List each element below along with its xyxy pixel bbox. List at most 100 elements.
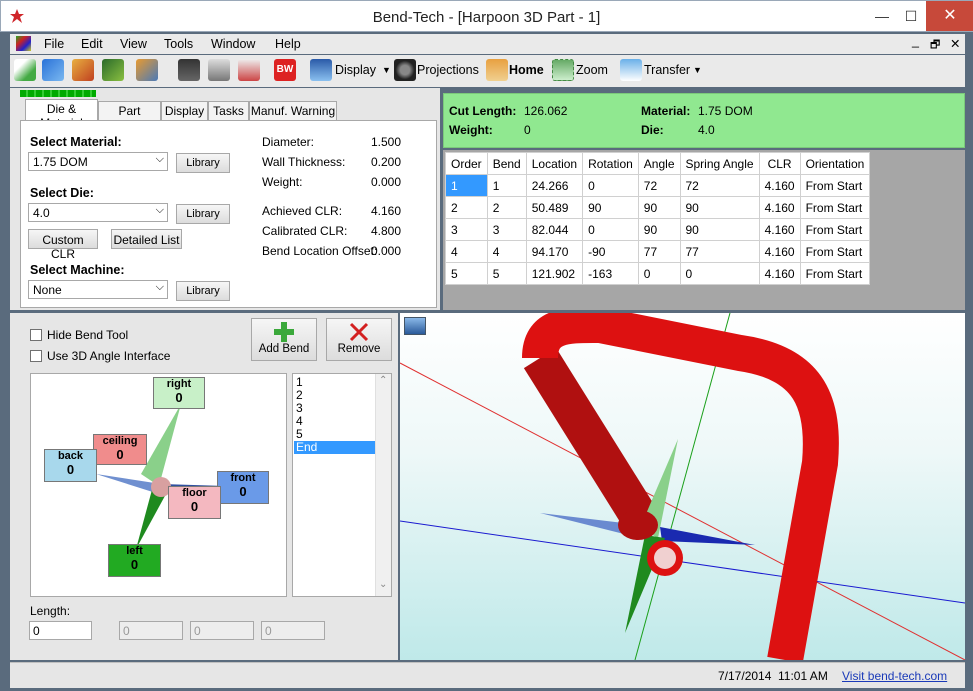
list-item[interactable]: 4 bbox=[296, 415, 376, 428]
transfer-button[interactable]: Transfer bbox=[644, 63, 690, 77]
table-cell[interactable]: From Start bbox=[799, 240, 871, 263]
table-cell[interactable]: 0 bbox=[679, 262, 760, 285]
table-cell[interactable]: 0 bbox=[637, 262, 681, 285]
table-cell[interactable]: 0 bbox=[582, 174, 639, 197]
machine-select[interactable]: None ⌵ bbox=[28, 280, 168, 299]
print-icon[interactable] bbox=[208, 59, 230, 81]
machine-library-button[interactable]: Library bbox=[176, 281, 230, 301]
transfer-icon[interactable] bbox=[620, 59, 642, 81]
table-cell[interactable]: 4 bbox=[486, 240, 527, 263]
direction-floor[interactable]: floor 0 bbox=[168, 486, 221, 519]
table-cell[interactable]: 82.044 bbox=[525, 218, 584, 241]
menu-window[interactable]: Window bbox=[211, 37, 255, 51]
table-cell[interactable]: 5 bbox=[486, 262, 527, 285]
website-link[interactable]: Visit bend-tech.com bbox=[842, 669, 947, 683]
close-button[interactable]: ✕ bbox=[926, 1, 973, 31]
menu-view[interactable]: View bbox=[120, 37, 147, 51]
die-select[interactable]: 4.0 ⌵ bbox=[28, 203, 168, 222]
home-icon[interactable] bbox=[486, 59, 508, 81]
hide-bend-tool-label[interactable]: Hide Bend Tool bbox=[47, 328, 128, 342]
display-dropdown-icon[interactable]: ▼ bbox=[382, 65, 391, 75]
direction-ceiling[interactable]: ceiling 0 bbox=[93, 434, 147, 465]
direction-back[interactable]: back 0 bbox=[44, 449, 97, 482]
scroll-down-icon[interactable]: ⌄ bbox=[379, 579, 387, 590]
list-item-selected[interactable]: End bbox=[294, 441, 375, 454]
table-cell[interactable]: 4.160 bbox=[758, 218, 801, 241]
table-row[interactable]: 1 1 24.266 0 72 72 4.160 From Start bbox=[445, 174, 871, 197]
column-orientation[interactable]: Orientation bbox=[799, 152, 871, 175]
zoom-icon[interactable] bbox=[552, 59, 574, 81]
direction-left[interactable]: left 0 bbox=[108, 544, 161, 577]
table-cell[interactable]: 121.902 bbox=[525, 262, 584, 285]
detailed-list-button[interactable]: Detailed List bbox=[111, 229, 182, 249]
camera-icon[interactable] bbox=[394, 59, 416, 81]
table-cell[interactable]: 50.489 bbox=[525, 196, 584, 219]
length-input[interactable]: 0 bbox=[29, 621, 92, 640]
remove-button[interactable]: Remove bbox=[326, 318, 392, 361]
direction-front[interactable]: front 0 bbox=[217, 471, 269, 504]
table-row[interactable]: 3 3 82.044 0 90 90 4.160 From Start bbox=[445, 218, 871, 241]
table-cell[interactable]: 2 bbox=[445, 196, 488, 219]
menu-file[interactable]: File bbox=[44, 37, 64, 51]
table-cell[interactable]: 24.266 bbox=[525, 174, 584, 197]
bend-direction-widget[interactable]: right 0 ceiling 0 back 0 front 0 floor 0… bbox=[30, 373, 287, 597]
display-icon[interactable] bbox=[310, 59, 332, 81]
3d-viewport[interactable] bbox=[400, 313, 965, 660]
table-cell[interactable]: -163 bbox=[582, 262, 639, 285]
table-cell[interactable]: 4.160 bbox=[758, 174, 801, 197]
table-cell[interactable]: From Start bbox=[799, 196, 871, 219]
material-select[interactable]: 1.75 DOM ⌵ bbox=[28, 152, 168, 171]
display-button[interactable]: Display bbox=[335, 63, 376, 77]
table-cell[interactable]: 3 bbox=[486, 218, 527, 241]
zoom-button[interactable]: Zoom bbox=[576, 63, 608, 77]
column-spring-angle[interactable]: Spring Angle bbox=[679, 152, 760, 175]
direction-right[interactable]: right 0 bbox=[153, 377, 205, 409]
column-angle[interactable]: Angle bbox=[637, 152, 681, 175]
table-cell[interactable]: 4.160 bbox=[758, 196, 801, 219]
print-preview-icon[interactable] bbox=[238, 59, 260, 81]
mdi-close-button[interactable]: ✕ bbox=[950, 36, 960, 51]
list-item[interactable]: 1 bbox=[296, 376, 376, 389]
column-order[interactable]: Order bbox=[445, 152, 488, 175]
menu-edit[interactable]: Edit bbox=[81, 37, 103, 51]
column-clr[interactable]: CLR bbox=[758, 152, 801, 175]
add-bend-button[interactable]: Add Bend bbox=[251, 318, 317, 361]
table-row[interactable]: 2 2 50.489 90 90 90 4.160 From Start bbox=[445, 196, 871, 219]
table-cell[interactable]: 77 bbox=[637, 240, 681, 263]
mdi-restore-button[interactable]: 🗗 bbox=[930, 36, 940, 55]
bend-tech-icon[interactable]: BW bbox=[274, 59, 296, 81]
table-cell[interactable]: 90 bbox=[679, 218, 760, 241]
projections-button[interactable]: Projections bbox=[417, 63, 479, 77]
table-cell[interactable]: 4.160 bbox=[758, 240, 801, 263]
column-location[interactable]: Location bbox=[525, 152, 584, 175]
tab-display[interactable]: Display bbox=[161, 101, 208, 120]
table-cell[interactable]: 90 bbox=[582, 196, 639, 219]
menu-help[interactable]: Help bbox=[275, 37, 301, 51]
notch-icon[interactable] bbox=[102, 59, 124, 81]
table-cell[interactable]: 90 bbox=[679, 196, 760, 219]
transfer-dropdown-icon[interactable]: ▼ bbox=[693, 65, 702, 75]
tools-dropdown-icon[interactable] bbox=[136, 59, 158, 81]
hide-bend-tool-checkbox[interactable] bbox=[30, 329, 42, 341]
use-3d-angle-checkbox[interactable] bbox=[30, 350, 42, 362]
tab-tasks[interactable]: Tasks bbox=[208, 101, 249, 120]
table-cell[interactable]: From Start bbox=[799, 262, 871, 285]
column-rotation[interactable]: Rotation bbox=[582, 152, 639, 175]
table-cell[interactable]: 2 bbox=[486, 196, 527, 219]
list-item[interactable]: 3 bbox=[296, 402, 376, 415]
table-cell[interactable]: 4 bbox=[445, 240, 488, 263]
tab-die-material[interactable]: Die & Material bbox=[25, 99, 98, 130]
bend-list[interactable]: 1 2 3 4 5 End ⌃ ⌄ bbox=[292, 373, 392, 597]
die-library-button[interactable]: Library bbox=[176, 204, 230, 224]
table-cell[interactable]: 72 bbox=[679, 174, 760, 197]
list-scrollbar[interactable]: ⌃ ⌄ bbox=[375, 374, 391, 596]
minimize-button[interactable]: — bbox=[867, 1, 897, 31]
table-cell[interactable]: 72 bbox=[637, 174, 681, 197]
mdi-minimize-button[interactable]: _ bbox=[912, 34, 919, 48]
table-cell[interactable]: 77 bbox=[679, 240, 760, 263]
column-bend[interactable]: Bend bbox=[486, 152, 527, 175]
table-cell[interactable]: 94.170 bbox=[525, 240, 584, 263]
table-cell[interactable]: 90 bbox=[637, 196, 681, 219]
open-icon[interactable] bbox=[42, 59, 64, 81]
table-cell[interactable]: 1 bbox=[486, 174, 527, 197]
